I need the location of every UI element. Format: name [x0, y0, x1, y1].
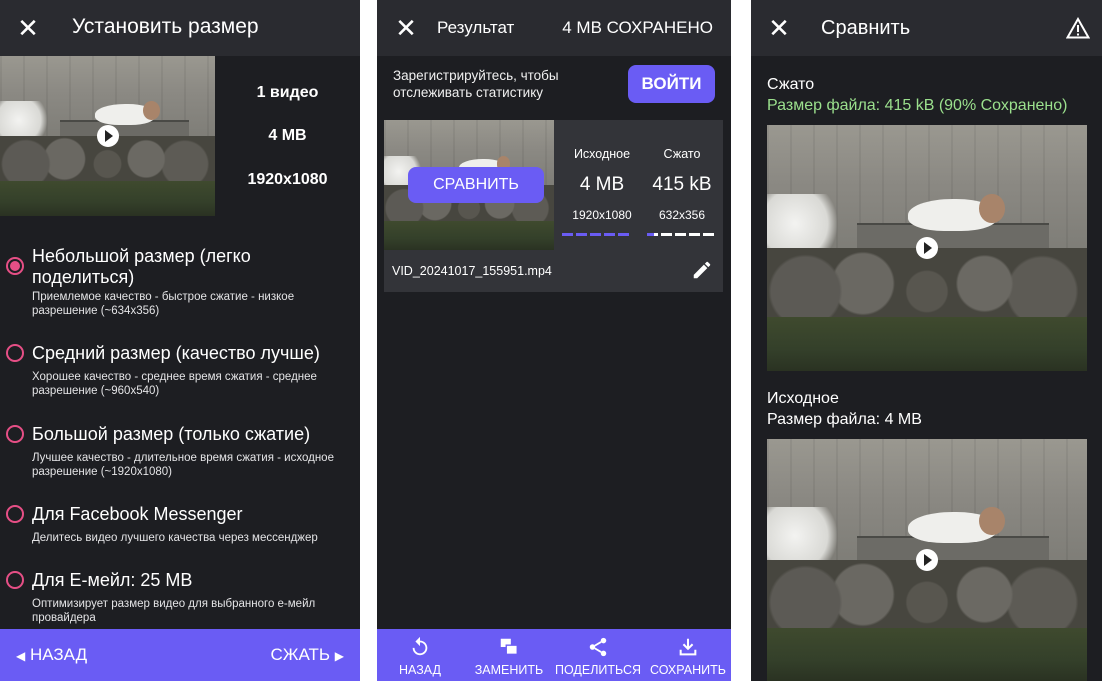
play-icon[interactable]	[96, 125, 119, 147]
compressed-label: Сжато	[663, 147, 701, 161]
download-icon	[679, 638, 697, 656]
nav-save[interactable]: СОХРАНИТЬ	[645, 629, 731, 681]
nav-share-label: ПОДЕЛИТЬСЯ	[554, 663, 642, 677]
option-messenger[interactable]: Для Facebook Messenger Делитесь видео лу…	[0, 504, 360, 549]
original-heading: Исходное	[767, 390, 839, 407]
compress-label: СЖАТЬ	[270, 645, 331, 664]
video-size: 4 MB	[268, 127, 307, 144]
original-resolution: 1920x1080	[572, 208, 632, 222]
close-icon[interactable]: ✕	[392, 14, 420, 42]
radio-icon[interactable]	[6, 505, 24, 523]
radio-icon[interactable]	[6, 425, 24, 443]
compressed-video-preview	[767, 125, 1087, 371]
bottom-bar: ◀ НАЗАД СЖАТЬ ▶	[0, 629, 360, 681]
size-settings-screen: ✕ Установить размер 1 видео 4 MB 1920x10…	[0, 0, 360, 681]
original-size-bar	[562, 233, 632, 236]
original-label: Исходное	[573, 147, 631, 161]
original-size: 4 MB	[579, 174, 625, 195]
edit-pencil-icon[interactable]	[691, 259, 713, 281]
option-small[interactable]: Небольшой размер (легко поделиться) Прие…	[0, 246, 360, 321]
nav-share[interactable]: ПОДЕЛИТЬСЯ	[553, 629, 643, 681]
triangle-right-icon: ▶	[334, 649, 344, 663]
option-title: Большой размер (только сжатие)	[32, 424, 311, 444]
radio-selected-icon[interactable]	[6, 257, 24, 275]
option-subtitle: Хорошее качество - среднее время сжатия …	[32, 371, 317, 397]
warning-icon[interactable]	[1066, 17, 1090, 39]
option-subtitle: Оптимизирует размер видео для выбранного…	[32, 598, 316, 624]
result-card: СРАВНИТЬ Исходное 4 MB 1920x1080 Сжато 4…	[384, 120, 723, 292]
page-title: Сравнить	[821, 17, 911, 39]
option-subtitle: Приемлемое качество - быстрое сжатие - н…	[32, 291, 295, 317]
option-subtitle: Лучшее качество - длительное время сжати…	[32, 452, 334, 478]
close-icon[interactable]: ✕	[765, 14, 793, 42]
compressed-heading: Сжато	[767, 76, 815, 93]
nav-back[interactable]: НАЗАД	[377, 629, 463, 681]
video-thumbnail	[0, 56, 215, 216]
radio-icon[interactable]	[6, 571, 24, 589]
top-bar: ✕ Результат 4 MB СОХРАНЕНО	[377, 0, 731, 56]
play-icon[interactable]	[916, 237, 938, 259]
video-count: 1 видео	[256, 84, 319, 101]
page-title: Установить размер	[72, 15, 259, 38]
nav-save-label: СОХРАНИТЬ	[650, 663, 726, 677]
option-title: Средний размер (качество лучше)	[32, 343, 320, 363]
video-resolution: 1920x1080	[247, 171, 328, 188]
nav-replace-label: ЗАМЕНИТЬ	[474, 663, 544, 677]
option-medium[interactable]: Средний размер (качество лучше) Хорошее …	[0, 343, 360, 403]
login-button[interactable]: ВОЙТИ	[628, 65, 715, 103]
compress-button[interactable]: СЖАТЬ ▶	[271, 645, 345, 665]
play-icon[interactable]	[916, 549, 938, 571]
close-icon[interactable]: ✕	[14, 14, 42, 42]
compressed-size-bar	[647, 233, 717, 236]
file-name: VID_20241017_155951.mp4	[392, 264, 552, 278]
compressed-file-size: Размер файла: 415 kB (90% Сохранено)	[767, 97, 1068, 114]
original-file-size: Размер файла: 4 MB	[767, 411, 922, 428]
option-title: Для Facebook Messenger	[32, 504, 243, 524]
option-subtitle: Делитесь видео лучшего качества через ме…	[32, 532, 318, 544]
bottom-nav: НАЗАД ЗАМЕНИТЬ ПОДЕЛИТЬСЯ СОХРАНИТЬ	[377, 629, 731, 681]
option-large[interactable]: Большой размер (только сжатие) Лучшее ка…	[0, 424, 360, 484]
top-bar: ✕ Сравнить	[751, 0, 1102, 56]
top-bar: ✕ Установить размер	[0, 0, 360, 56]
nav-replace[interactable]: ЗАМЕНИТЬ	[465, 629, 553, 681]
back-label: НАЗАД	[29, 645, 88, 664]
undo-icon	[412, 636, 428, 656]
compare-screen: ✕ Сравнить Сжато Размер файла: 415 kB (9…	[751, 0, 1102, 681]
compressed-size: 415 kB	[652, 174, 712, 195]
replace-icon	[500, 638, 518, 656]
option-email[interactable]: Для E-мейл: 25 MB Оптимизирует размер ви…	[0, 570, 360, 628]
result-screen: ✕ Результат 4 MB СОХРАНЕНО Зарегистрируй…	[377, 0, 731, 681]
back-button[interactable]: ◀ НАЗАД	[16, 645, 87, 665]
compressed-resolution: 632x356	[658, 208, 706, 222]
original-video-preview	[767, 439, 1087, 681]
nav-back-label: НАЗАД	[399, 663, 441, 677]
triangle-left-icon: ◀	[16, 649, 26, 663]
option-title: Для E-мейл: 25 MB	[32, 570, 193, 590]
saved-amount: 4 MB СОХРАНЕНО	[562, 18, 713, 37]
register-prompt: Зарегистрируйтесь, чтобы отслеживать ста…	[393, 68, 559, 100]
option-title: Небольшой размер (легко поделиться)	[32, 246, 251, 287]
page-title: Результат	[437, 18, 515, 37]
compare-button[interactable]: СРАВНИТЬ	[408, 167, 544, 203]
radio-icon[interactable]	[6, 344, 24, 362]
share-icon	[589, 637, 607, 657]
